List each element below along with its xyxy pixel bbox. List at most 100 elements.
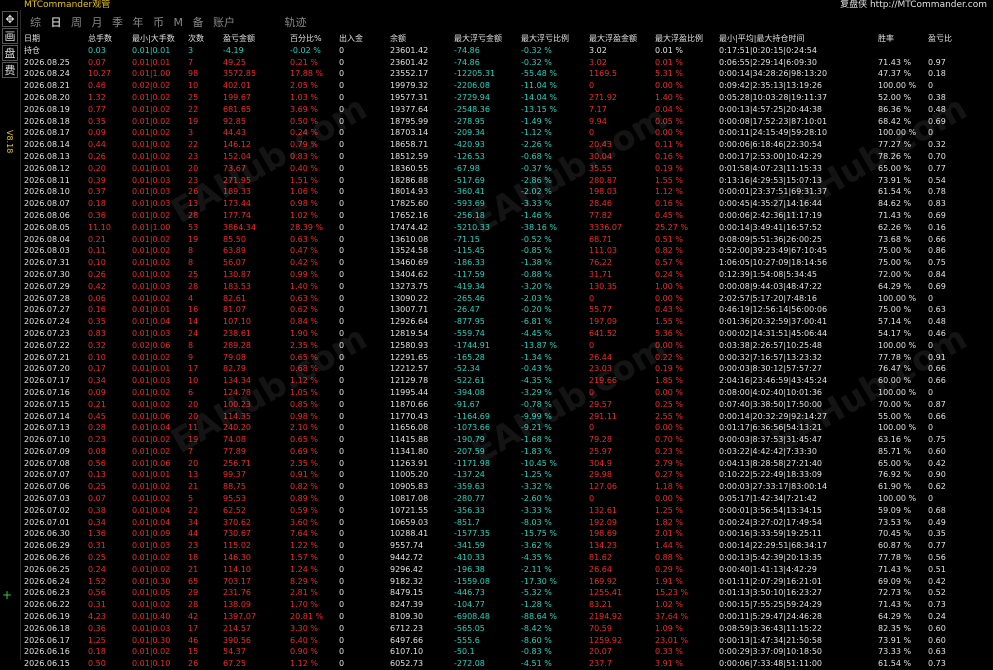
table-row[interactable]: 2026.07.29 0.42 0.01|0.03 28 183.53 1.40 % 0 13… [24, 281, 984, 293]
table-row[interactable]: 2026.07.30 0.26 0.01|0.02 25 130.87 0.99 % 0 13… [24, 269, 984, 281]
table-row[interactable]: 2026.08.21 0.46 0.02|0.02 10 402.01 2.05 % 0 19… [24, 80, 984, 92]
cell-date: 2026.07.28 [24, 293, 70, 303]
table-row[interactable]: 2026.07.15 0.21 0.01|0.02 20 100.23 0.85 % 0 11… [24, 399, 984, 411]
table-row[interactable]: 2026.08.17 0.09 0.01|0.02 3 44.43 0.24 % 0 1870… [24, 127, 984, 139]
cell-pl-ratio: 0 [928, 340, 934, 350]
table-row[interactable]: 2026.07.06 0.25 0.01|0.02 21 88.75 0.82 % 0 109… [24, 481, 984, 493]
table-row[interactable]: 2026.08.06 0.36 0.01|0.02 28 177.74 1.02 % 0 17… [24, 210, 984, 222]
tab-day[interactable]: 日 [51, 16, 62, 29]
tab-trajectory[interactable]: 轨迹 [285, 16, 307, 29]
table-row[interactable]: 2026.08.20 1.32 0.01|0.02 25 199.67 1.03 % 0 19… [24, 92, 984, 104]
table-row[interactable]: 2026.07.02 0.38 0.01|0.04 22 62.52 0.59 % 0 107… [24, 505, 984, 517]
table-row[interactable]: 2026.08.25 0.07 0.01|0.01 7 49.25 0.21 % 0 2360… [24, 57, 984, 69]
tab-summary[interactable]: 综 [30, 16, 41, 29]
cell-max-float-profit: 1169.5 [589, 69, 617, 79]
table-row[interactable]: 2026.07.22 0.32 0.02|0.06 8 289.28 2.35 % 0 125… [24, 340, 984, 352]
table-row[interactable]: 2026.08.19 0.77 0.01|0.02 22 681.65 3.69 % 0 19… [24, 104, 984, 116]
tab-magic[interactable]: M [174, 16, 184, 29]
tab-quarter[interactable]: 季 [112, 16, 123, 29]
table-row[interactable]: 2026.07.07 0.13 0.01|0.01 13 99.37 0.91 % 0 110… [24, 469, 984, 481]
table-row[interactable]: 2026.07.28 0.06 0.01|0.02 4 82.61 0.63 % 0 1309… [24, 293, 984, 305]
table-row[interactable]: 2026.07.21 0.10 0.01|0.02 9 79.08 0.65 % 0 1229… [24, 352, 984, 364]
table-row-holding[interactable]: 持仓 0.03 0.01|0.01 3 -4.19 -0.02 % 0 23601.42 -74… [24, 45, 984, 57]
cell-date: 2026.07.17 [24, 376, 70, 386]
cell-max-float-loss-pct: -1.83 % [521, 446, 552, 456]
cell-max-float-profit-pct: 37.64 % [655, 612, 689, 622]
tab-symbol[interactable]: 币 [153, 16, 164, 29]
cell-count: 17 [188, 623, 199, 633]
cell-max-float-profit: 55.77 [589, 305, 612, 315]
cell-max-float-loss: -186.33 [454, 258, 485, 268]
table-row[interactable]: 2026.07.20 0.17 0.01|0.01 17 82.79 0.68 % 0 122… [24, 363, 984, 375]
table-row[interactable]: 2026.08.18 0.35 0.01|0.02 19 92.85 0.50 % 0 187… [24, 116, 984, 128]
tab-note[interactable]: 备 [193, 16, 204, 29]
table-row[interactable]: 2026.06.26 0.25 0.01|0.02 18 146.30 1.57 % 0 94… [24, 552, 984, 564]
table-row[interactable]: 2026.08.03 0.11 0.01|0.02 8 63.89 0.47 % 0 1352… [24, 245, 984, 257]
review-button[interactable]: 盘 [2, 45, 18, 61]
table-row[interactable]: 2026.07.31 0.10 0.01|0.02 8 56.07 0.42 % 0 1346… [24, 257, 984, 269]
table-row[interactable]: 2026.08.14 0.44 0.01|0.02 22 146.12 0.79 % 0 18… [24, 139, 984, 151]
cell-pnl: -4.19 [223, 45, 244, 55]
cell-count: 8 [188, 340, 194, 350]
table-row[interactable]: 2026.08.13 0.26 0.01|0.02 23 152.04 0.83 % 0 18… [24, 151, 984, 163]
cell-balance: 12212.57 [390, 364, 429, 374]
table-row[interactable]: 2026.06.24 1.52 0.01|0.30 65 703.17 8.29 % 0 91… [24, 576, 984, 588]
table-row[interactable]: 2026.08.10 0.37 0.01|0.03 26 189.33 1.06 % 0 18… [24, 186, 984, 198]
table-row[interactable]: 2026.07.16 0.09 0.01|0.02 6 124.78 1.05 % 0 119… [24, 387, 984, 399]
cell-max-float-profit: 9.94 [589, 116, 607, 126]
cell-max-float-loss-pct: -1.25 % [521, 470, 552, 480]
tab-year[interactable]: 年 [133, 16, 144, 29]
cell-max-float-profit: 68.71 [589, 234, 612, 244]
table-row[interactable]: 2026.07.13 0.28 0.01|0.04 11 240.20 2.10 % 0 11… [24, 422, 984, 434]
table-row[interactable]: 2026.08.05 11.10 0.01|1.00 53 3864.34 28.39 %… [24, 222, 984, 234]
table-row[interactable]: 2026.07.24 0.35 0.01|0.04 14 107.10 0.84 % 0 12… [24, 316, 984, 328]
cell-max-float-loss-pct: -8.60 % [521, 635, 552, 645]
table-row[interactable]: 2026.08.04 0.21 0.01|0.02 19 85.50 0.63 % 0 136… [24, 234, 984, 246]
cell-hold-time: 0:00:15|7:55:25|59:24:29 [719, 600, 822, 610]
table-row[interactable]: 2026.06.18 0.36 0.01|0.03 17 214.57 3.30 % 0 67… [24, 623, 984, 635]
cell-min-max-lots: 0.01|0.02 [132, 234, 171, 244]
table-row[interactable]: 2026.06.19 4.23 0.01|0.40 42 1397.07 20.81 % 0… [24, 611, 984, 623]
move-icon[interactable]: ✥ [2, 11, 18, 27]
table-row[interactable]: 2026.08.24 10.27 0.01|1.00 98 3572.85 17.88 %… [24, 68, 984, 80]
table-row[interactable]: 2026.06.22 0.31 0.01|0.02 28 138.09 1.70 % 0 82… [24, 599, 984, 611]
cell-deposit: 0 [339, 69, 345, 79]
table-row[interactable]: 2026.06.23 0.56 0.01|0.05 29 231.76 2.81 % 0 84… [24, 587, 984, 599]
table-header[interactable]: 日期 总手数 最小|大手数 次数 盈亏金额 百分比% 出入金 余额 最大浮亏金额 最大浮亏比例 最大… [24, 33, 984, 45]
table-row[interactable]: 2026.06.30 1.36 0.01|0.09 44 730.67 7.64 % 0 10… [24, 528, 984, 540]
table-row[interactable]: 2026.08.11 0.39 0.01|0.03 23 271.95 1.51 % 0 18… [24, 175, 984, 187]
table-row[interactable]: 2026.07.10 0.23 0.01|0.02 19 74.08 0.65 % 0 114… [24, 434, 984, 446]
table-row[interactable]: 2026.07.01 0.34 0.01|0.04 34 370.62 3.60 % 0 10… [24, 517, 984, 529]
table-row[interactable]: 2026.07.08 0.56 0.01|0.06 20 256.71 2.35 % 0 11… [24, 458, 984, 470]
table-row[interactable]: 2026.06.17 1.25 0.01|0.30 46 390.56 6.40 % 0 64… [24, 635, 984, 647]
cell-total-lots: 0.25 [88, 553, 106, 563]
table-row[interactable]: 2026.07.17 0.34 0.01|0.03 10 134.34 1.12 % 0 12… [24, 375, 984, 387]
table-row[interactable]: 2026.06.25 0.24 0.01|0.02 21 114.10 1.24 % 0 92… [24, 564, 984, 576]
cell-max-float-loss: -877.95 [454, 317, 485, 327]
table-row[interactable]: 2026.06.16 0.18 0.01|0.02 15 54.37 0.90 % 0 610… [24, 646, 984, 658]
cell-max-float-profit-pct: 0.57 % [655, 258, 683, 268]
cell-total-lots: 1.36 [88, 529, 106, 539]
table-row[interactable]: 2026.06.29 0.31 0.01|0.03 23 115.02 1.22 % 0 95… [24, 540, 984, 552]
cell-max-float-loss: -2548.36 [454, 104, 490, 114]
tab-week[interactable]: 周 [71, 16, 82, 29]
cell-percent: 1.51 % [290, 175, 318, 185]
cell-hold-time: 0:00:11|5:29:47|24:46:28 [719, 612, 822, 622]
cell-deposit: 0 [339, 116, 345, 126]
table-row[interactable]: 2026.07.27 0.16 0.01|0.01 16 81.07 0.62 % 0 130… [24, 304, 984, 316]
table-row[interactable]: 2026.07.09 0.08 0.01|0.02 7 77.89 0.69 % 0 1134… [24, 446, 984, 458]
window-url[interactable]: 复盘侠 http://MTCommander.com [840, 0, 987, 10]
cell-deposit: 0 [339, 269, 345, 279]
fee-button[interactable]: 费 [2, 62, 18, 78]
tab-month[interactable]: 月 [92, 16, 103, 29]
cell-balance: 8247.39 [390, 600, 424, 610]
table-row[interactable]: 2026.07.23 0.83 0.01|0.03 24 238.61 1.90 % 0 12… [24, 328, 984, 340]
tab-account[interactable]: 账户 [213, 16, 235, 29]
draw-button[interactable]: 画 [2, 28, 18, 44]
table-row[interactable]: 2026.07.03 0.07 0.01|0.02 5 95.53 0.89 % 0 1081… [24, 493, 984, 505]
cell-win-rate: 64.29 % [878, 612, 912, 622]
cell-max-float-profit-pct: 2.55 % [655, 411, 683, 421]
table-row[interactable]: 2026.08.07 0.18 0.01|0.03 13 173.44 0.98 % 0 17… [24, 198, 984, 210]
table-row[interactable]: 2026.07.14 0.45 0.01|0.06 20 114.35 0.98 % 0 11… [24, 411, 984, 423]
table-row[interactable]: 2026.08.12 0.20 0.01|0.01 20 73.67 0.40 % 0 183… [24, 163, 984, 175]
